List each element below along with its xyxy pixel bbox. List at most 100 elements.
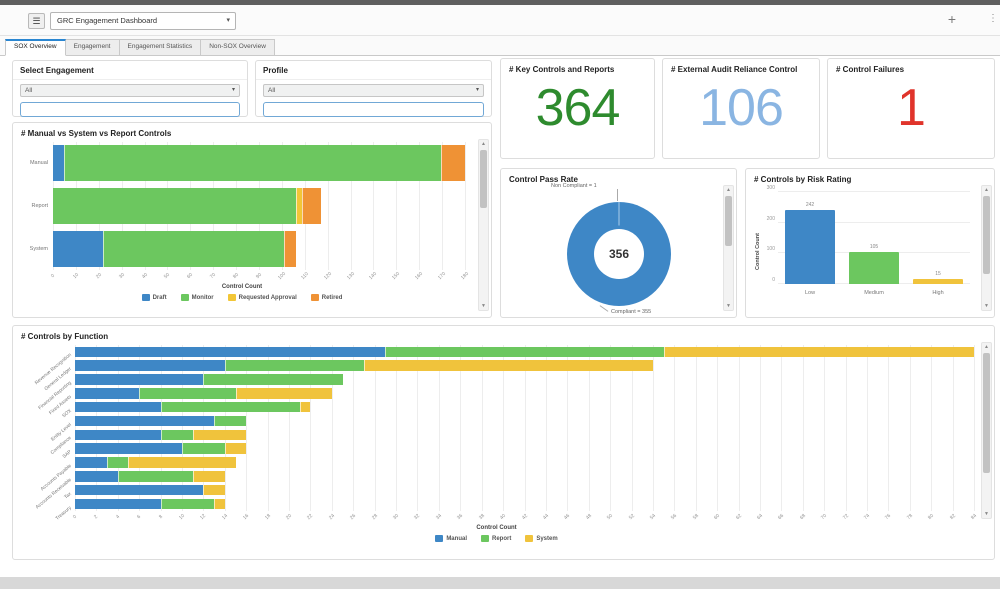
bar-segment-monitor[interactable] [103,231,284,267]
bar-medium[interactable] [849,252,899,284]
bar-segment-draft[interactable] [53,231,103,267]
scroll-up-icon[interactable]: ▲ [982,186,991,194]
bar-segment-report[interactable] [118,471,193,482]
footer-strip [0,577,1000,589]
bar-segment-manual[interactable] [75,485,203,496]
bar-segment-manual[interactable] [75,388,139,399]
bar-zone [75,485,974,496]
bar-segment-manual[interactable] [75,347,385,358]
legend-item-monitor[interactable]: Monitor [181,294,214,301]
tab-sox-overview[interactable]: SOX Overview [5,39,66,56]
bar-segment-report[interactable] [161,430,193,441]
bar-segment-manual[interactable] [75,360,225,371]
scroll-up-icon[interactable]: ▲ [724,186,733,194]
bar-row-general-ledger: General Ledger [19,360,974,371]
chart-panel-controls-by-type: # Manual vs System vs Report Controls Ma… [12,122,492,318]
x-tick-label: 150 [391,271,401,281]
vertical-scrollbar[interactable]: ▲ ▼ [723,185,734,311]
scroll-up-icon[interactable]: ▲ [982,343,991,351]
bar-segment-report[interactable] [225,360,364,371]
vertical-scrollbar[interactable]: ▲ ▼ [478,139,489,311]
bar-segment-system[interactable] [225,443,246,454]
bar-high[interactable] [913,279,963,284]
engagement-filter-label: Select Engagement [13,61,247,80]
bar-segment-manual[interactable] [75,471,118,482]
bar-segment-retired[interactable] [284,231,295,267]
legend-item-retired[interactable]: Retired [311,294,343,301]
donut-ring[interactable]: 356 [567,202,671,306]
scroll-down-icon[interactable]: ▼ [724,302,733,310]
bar-segment-system[interactable] [128,457,235,468]
legend-item-requested-approval[interactable]: Requested Approval [228,294,297,301]
bar-segment-report[interactable] [385,347,663,358]
bar-low[interactable] [785,210,835,284]
profile-search-input[interactable] [263,102,484,117]
bar-segment-report[interactable] [161,402,300,413]
x-axis-categories: LowMediumHigh [778,290,970,296]
bar-segment-manual[interactable] [75,443,182,454]
scrollbar-thumb[interactable] [983,196,990,274]
tab-non-sox-overview[interactable]: Non-SOX Overview [201,39,275,56]
bar-segment-requested-approval[interactable] [296,188,303,224]
legend-item-draft[interactable]: Draft [142,294,167,301]
bar-segment-report[interactable] [214,416,246,427]
bar-segment-manual[interactable] [75,430,161,441]
scroll-down-icon[interactable]: ▼ [479,302,488,310]
bar-segment-system[interactable] [203,485,224,496]
add-icon[interactable]: + [944,11,960,27]
engagement-dropdown[interactable]: All ▾ [20,84,240,97]
vertical-scrollbar[interactable]: ▲ ▼ [981,342,992,519]
scrollbar-thumb[interactable] [480,150,487,208]
x-tick-label: 58 [692,513,700,521]
bar-segment-system[interactable] [193,430,247,441]
bar-segment-manual[interactable] [75,499,161,510]
bar-segment-manual[interactable] [75,416,214,427]
x-tick-label: 78 [906,513,914,521]
kebab-menu-icon[interactable]: ⋮ [988,13,998,24]
bar-zone [75,360,974,371]
bar-segment-manual[interactable] [75,402,161,413]
engagement-search-input[interactable] [20,102,240,117]
x-tick-label: 20 [95,272,103,280]
x-tick-label: 74 [863,513,871,521]
bar-segment-system[interactable] [364,360,653,371]
tab-engagement[interactable]: Engagement [66,39,120,56]
scroll-down-icon[interactable]: ▼ [982,302,991,310]
bar-segment-manual[interactable] [75,457,107,468]
bar-zone [75,430,974,441]
scrollbar-thumb[interactable] [983,353,990,473]
bar-segment-manual[interactable] [75,374,203,385]
bar-segment-system[interactable] [193,471,225,482]
vertical-scrollbar[interactable]: ▲ ▼ [981,185,992,311]
bar-segment-report[interactable] [161,499,215,510]
bar-segment-system[interactable] [236,388,332,399]
scrollbar-thumb[interactable] [725,196,732,246]
scroll-up-icon[interactable]: ▲ [479,140,488,148]
dashboard-selector[interactable]: GRC Engagement Dashboard ▾ [50,12,236,30]
bar-segment-monitor[interactable] [64,145,441,181]
stacked-bar [75,402,974,413]
leader-line [617,189,618,201]
bar-segment-report[interactable] [107,457,128,468]
bar-segment-retired[interactable] [441,145,465,181]
bar-segment-report[interactable] [203,374,342,385]
bar-segment-draft[interactable] [53,145,64,181]
stacked-bar [75,499,974,510]
legend-item-manual[interactable]: Manual [435,535,467,542]
bar-segment-report[interactable] [182,443,225,454]
bar-zone [75,388,974,399]
bar-segment-system[interactable] [300,402,311,413]
profile-dropdown[interactable]: All ▾ [263,84,484,97]
bar-segment-monitor[interactable] [53,188,296,224]
tab-engagement-statistics[interactable]: Engagement Statistics [120,39,202,56]
menu-icon[interactable]: ☰ [28,13,45,29]
bar-segment-system[interactable] [664,347,974,358]
x-tick-label: 4 [115,514,121,520]
scroll-down-icon[interactable]: ▼ [982,510,991,518]
legend-item-system[interactable]: System [525,535,557,542]
bar-segment-report[interactable] [139,388,235,399]
bar-segment-retired[interactable] [302,188,320,224]
category-label: System [19,246,53,252]
legend-item-report[interactable]: Report [481,535,511,542]
bar-segment-system[interactable] [214,499,225,510]
